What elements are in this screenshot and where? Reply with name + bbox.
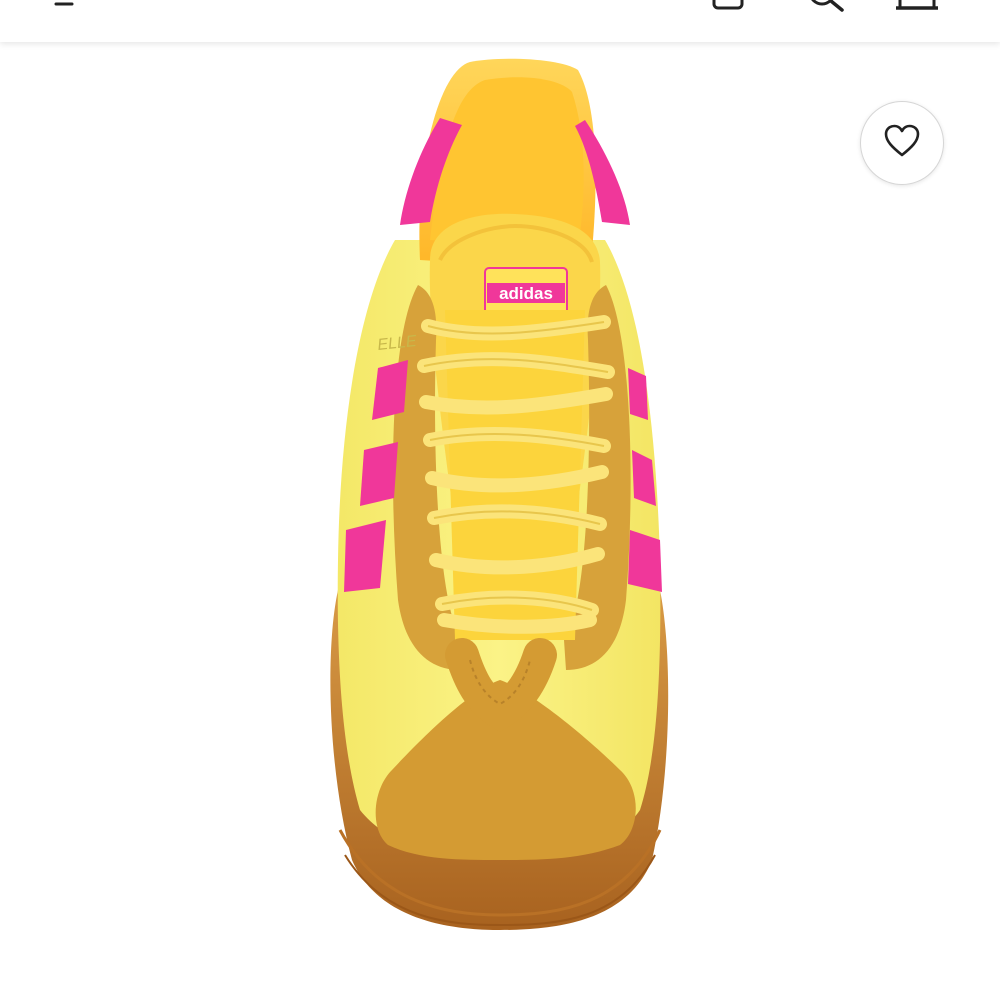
product-image-sneaker: adidas ELLE	[330, 58, 669, 930]
top-nav-bar	[0, 0, 1000, 42]
product-image-area[interactable]: adidas ELLE	[0, 42, 1000, 1000]
heart-outline-icon	[882, 123, 922, 164]
brand-label: adidas	[499, 284, 553, 303]
back-icon[interactable]	[42, 0, 82, 31]
account-icon[interactable]	[708, 0, 752, 31]
bag-icon[interactable]	[890, 0, 944, 31]
favorite-button[interactable]	[860, 101, 944, 185]
search-icon[interactable]	[802, 0, 852, 31]
